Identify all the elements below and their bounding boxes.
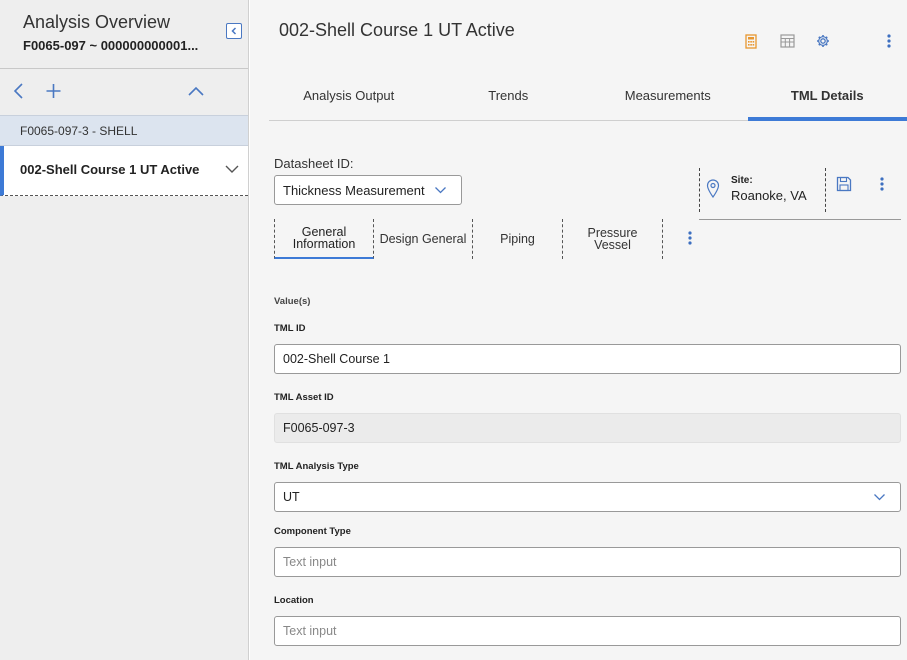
panel-title: Analysis Overview [23, 12, 171, 32]
subtabs-more-icon[interactable] [688, 231, 692, 245]
page-title: 002-Shell Course 1 UT Active [279, 20, 515, 40]
component-type-label: Component Type [274, 526, 351, 537]
divider [699, 219, 901, 220]
tab-tml-details[interactable]: TML Details [747, 69, 907, 121]
tab-trends[interactable]: Trends [429, 69, 589, 120]
tab-analysis-output[interactable]: Analysis Output [269, 69, 429, 120]
collapse-panel-button[interactable] [226, 23, 242, 39]
datasheet-value: Thickness Measurement [283, 183, 425, 198]
datasheet-label: Datasheet ID: [274, 156, 354, 171]
chevron-down-icon[interactable] [224, 164, 240, 174]
location-label: Location [274, 595, 314, 606]
subtab-label: Pressure Vessel [587, 226, 638, 252]
tml-analysis-type-value: UT [283, 490, 300, 504]
tree-node-parent[interactable]: F0065-097-3 - SHELL [0, 115, 248, 146]
section-label: Value(s) [274, 296, 311, 307]
calculator-icon[interactable] [745, 34, 757, 49]
chevron-up-icon[interactable] [186, 85, 206, 97]
subtab-label: Piping [500, 232, 535, 246]
tml-id-field[interactable]: 002-Shell Course 1 [274, 344, 901, 374]
main-header: 002-Shell Course 1 UT Active [250, 0, 907, 69]
tml-asset-id-label: TML Asset ID [274, 392, 334, 403]
component-type-field[interactable]: Text input [274, 547, 901, 577]
chevron-left-icon [231, 27, 237, 35]
subtab-pressure-vessel[interactable]: Pressure Vessel [563, 219, 663, 259]
gear-icon[interactable] [816, 34, 830, 48]
tree-node-label: 002-Shell Course 1 UT Active [20, 162, 200, 177]
subtab-piping[interactable]: Piping [473, 219, 563, 259]
left-header: Analysis Overview F0065-097 ~ 0000000000… [0, 0, 248, 69]
main-tabs: Analysis Output Trends Measurements TML … [269, 69, 907, 121]
site-indicator: Site: Roanoke, VA [699, 168, 826, 212]
subtab-general-information[interactable]: General Information [274, 219, 374, 259]
datasheet-subtabs: General Information Design General Pipin… [274, 219, 692, 259]
back-arrow-icon[interactable] [12, 82, 26, 100]
save-icon[interactable] [836, 176, 852, 192]
add-icon[interactable] [45, 82, 62, 100]
subtab-design-general[interactable]: Design General [374, 219, 473, 259]
location-field[interactable]: Text input [274, 616, 901, 646]
panel-subtitle: F0065-097 ~ 000000000001... [23, 38, 199, 53]
datasheet-more-icon[interactable] [880, 177, 884, 191]
main-panel: 002-Shell Course 1 UT Active Analysis Ou… [250, 0, 907, 660]
subtab-label: Design General [379, 232, 467, 246]
tml-id-label: TML ID [274, 323, 306, 334]
left-panel: Analysis Overview F0065-097 ~ 0000000000… [0, 0, 249, 660]
tml-asset-id-field: F0065-097-3 [274, 413, 901, 443]
tml-analysis-type-label: TML Analysis Type [274, 461, 359, 472]
tml-analysis-type-select[interactable]: UT [274, 482, 901, 512]
chevron-down-icon [874, 494, 885, 501]
subtab-label: General Information [292, 225, 356, 251]
table-grid-icon[interactable] [780, 34, 795, 48]
chevron-down-icon [435, 187, 446, 194]
location-pin-icon [706, 179, 720, 198]
tab-measurements[interactable]: Measurements [588, 69, 748, 120]
more-options-icon[interactable] [887, 34, 891, 48]
site-label: Site: [731, 175, 753, 186]
tree-toolbar [0, 69, 248, 115]
site-value: Roanoke, VA [731, 188, 807, 203]
tree-node-active[interactable]: 002-Shell Course 1 UT Active [0, 146, 248, 196]
datasheet-select[interactable]: Thickness Measurement [274, 175, 462, 205]
